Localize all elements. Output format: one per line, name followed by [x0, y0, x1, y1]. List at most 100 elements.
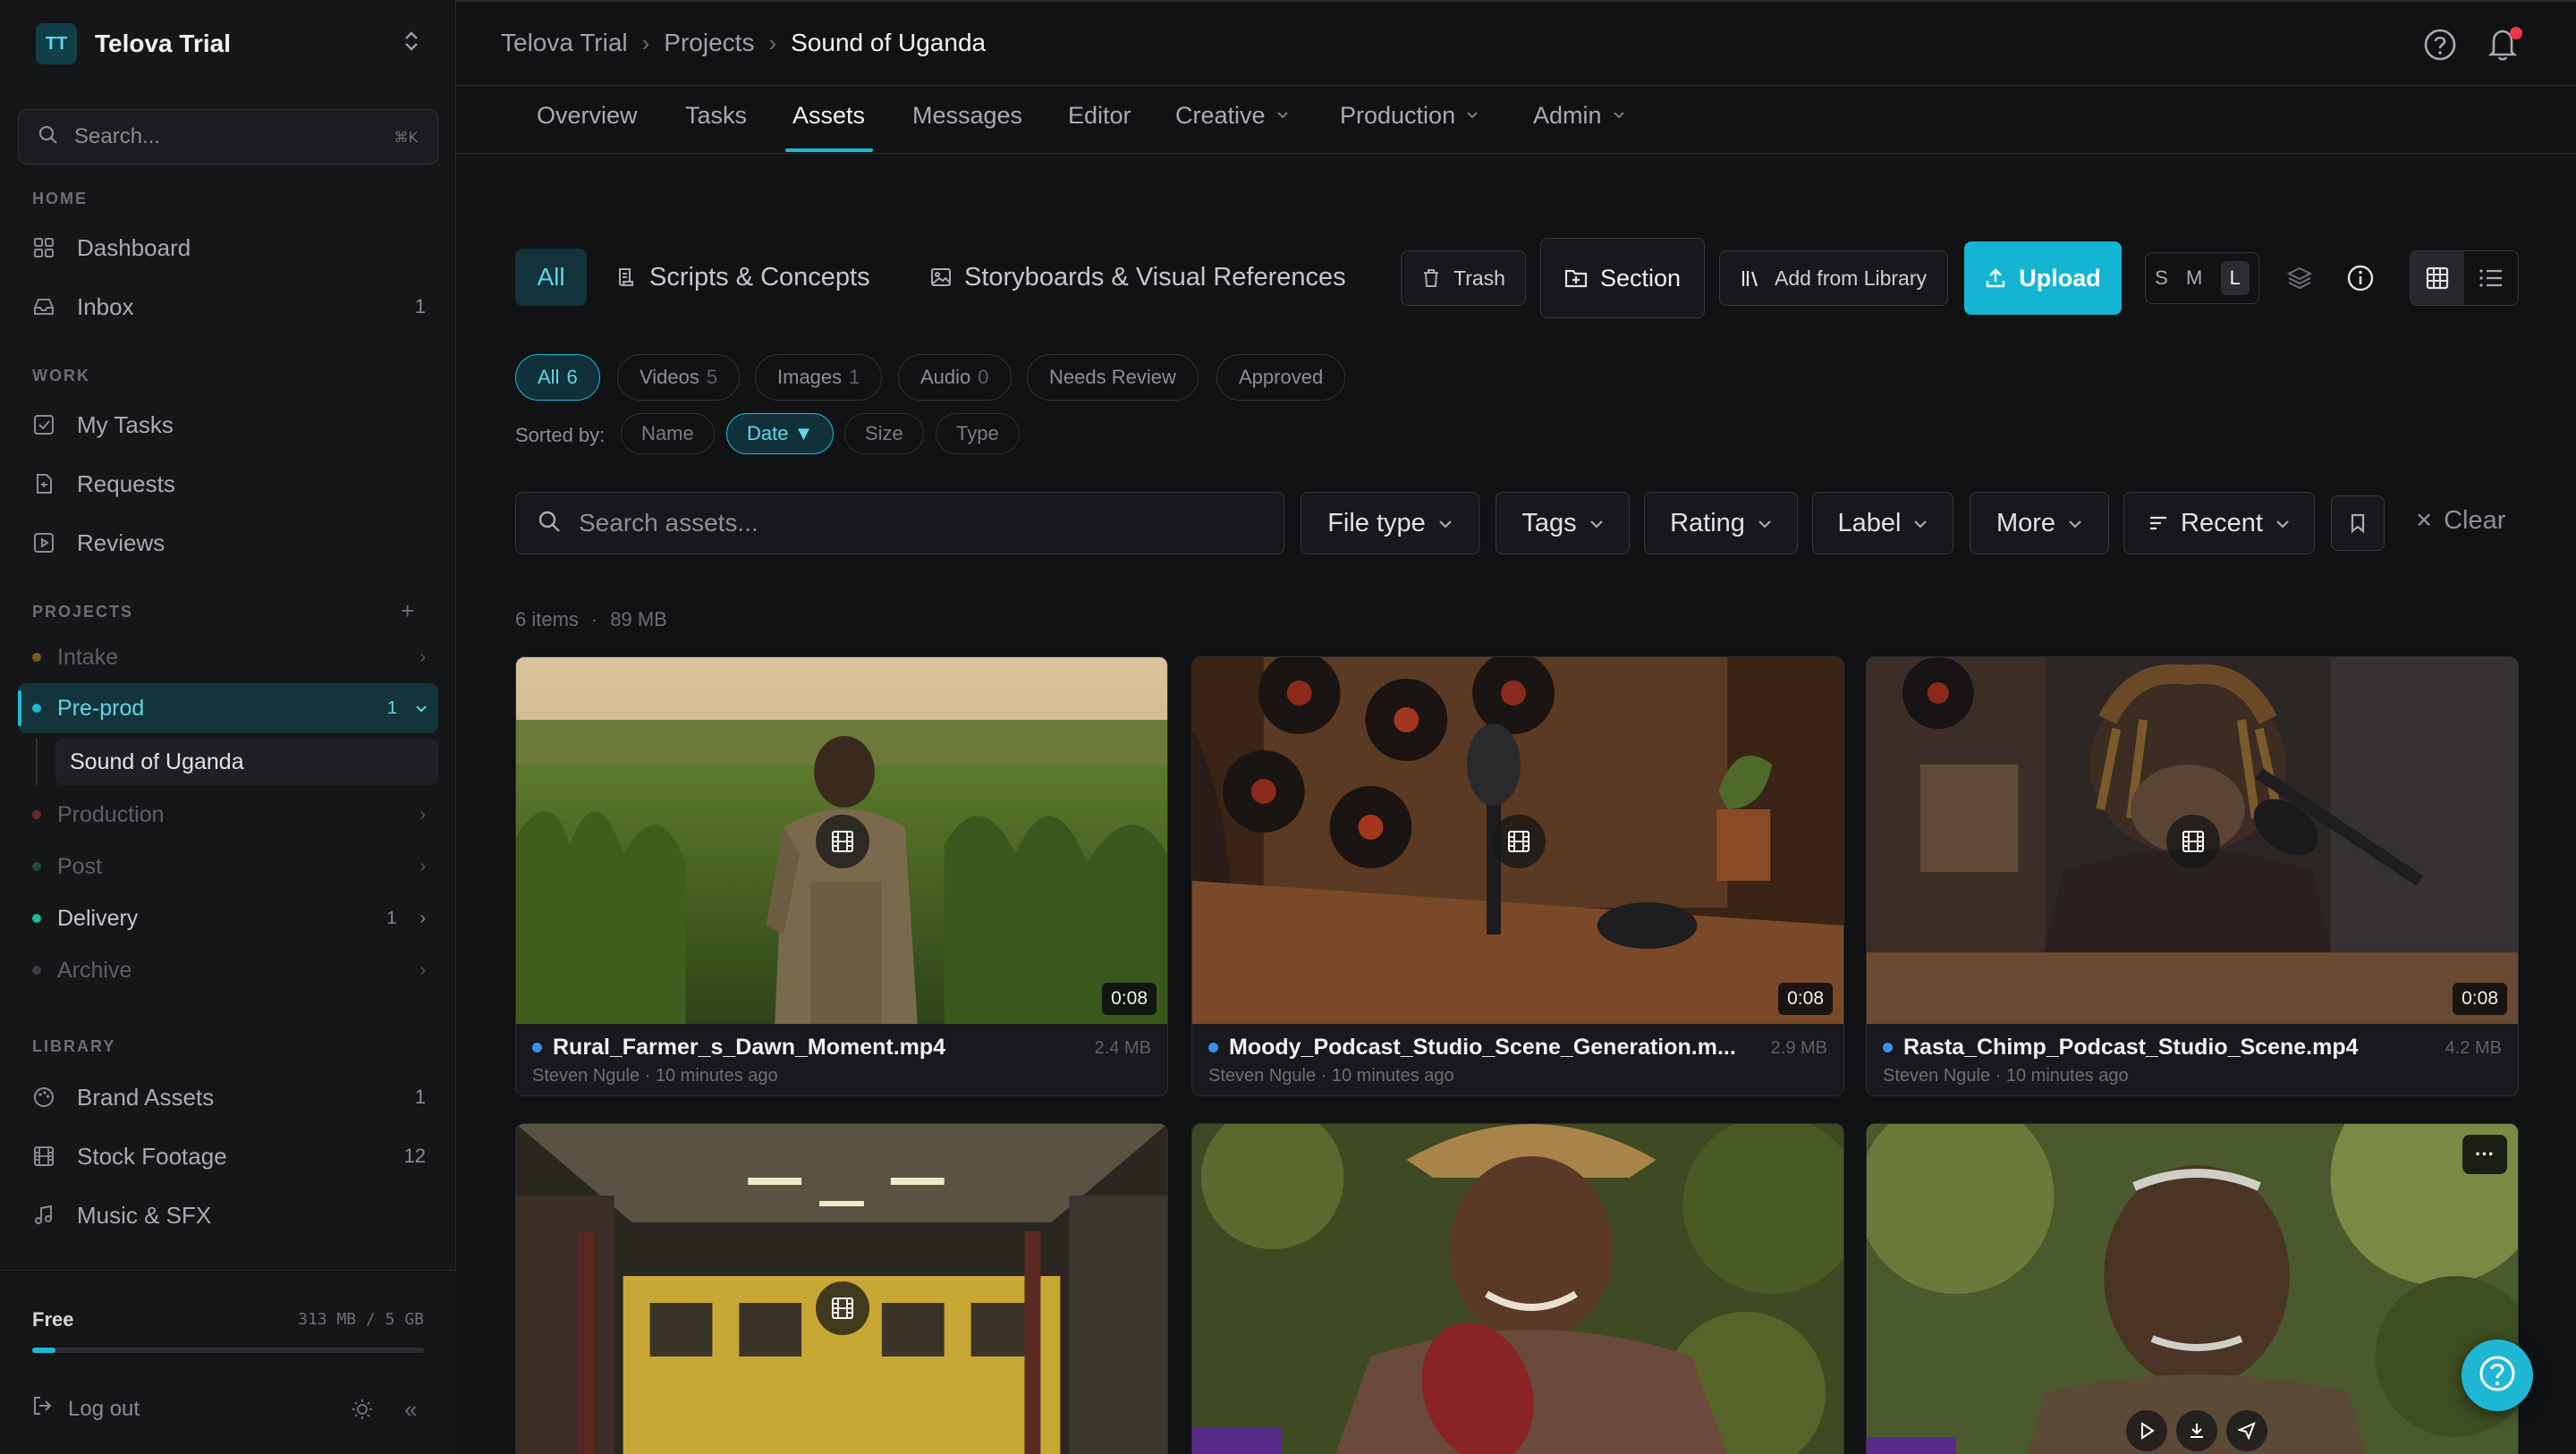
asset-info: Rasta_Chimp_Podcast_Studio_Scene.mp4 4.2… [1867, 1024, 2518, 1095]
breadcrumb-projects[interactable]: Projects [664, 29, 754, 57]
more-options-button[interactable]: ··· [2462, 1135, 2507, 1174]
logout-icon [32, 1396, 52, 1422]
asset-card[interactable]: 0:08 Moody_Podcast_Studio_Scene_Generati… [1191, 656, 1844, 1096]
filter-images[interactable]: Images 1 [755, 354, 883, 401]
sort-date[interactable]: Date ▼ [726, 413, 835, 454]
filter-all[interactable]: All 6 [515, 354, 600, 401]
asset-author: Steven Ngule [532, 1066, 640, 1086]
segment-all[interactable]: All [515, 249, 587, 306]
chevron-right-icon: › [419, 856, 426, 876]
filter-file-type[interactable]: File type [1301, 492, 1479, 554]
asset-size: 2.4 MB [1094, 1038, 1151, 1058]
status-dot [1883, 1043, 1893, 1052]
sort-name[interactable]: Name [621, 413, 715, 454]
asset-name: Rural_Farmer_s_Dawn_Moment.mp4 [532, 1035, 1151, 1061]
asset-card[interactable]: 0:08 Rural_Farmer_s_Dawn_Moment.mp4 2.4 … [515, 656, 1168, 1096]
video-type-icon [2166, 815, 2220, 868]
sort-size[interactable]: Size [844, 413, 924, 454]
download-icon[interactable] [2176, 1410, 2217, 1451]
project-pre-prod[interactable]: Pre-prod 1 [18, 683, 438, 733]
asset-filename: Moody_Podcast_Studio_Scene_Generation.m.… [1229, 1035, 1736, 1060]
help-chat-button[interactable] [2462, 1340, 2533, 1411]
breadcrumb-workspace[interactable]: Telova Trial [501, 29, 628, 57]
workspace-switcher[interactable]: TT Telova Trial [36, 23, 420, 64]
add-from-library-button[interactable]: Add from Library [1719, 250, 1948, 306]
tab-tasks[interactable]: Tasks [685, 102, 747, 130]
asset-search-input[interactable]: Search assets... [515, 492, 1284, 554]
trash-button[interactable]: Trash [1401, 250, 1526, 306]
filter-videos[interactable]: Videos 5 [617, 354, 741, 401]
play-icon[interactable] [2126, 1410, 2167, 1451]
project-post[interactable]: Post › [32, 846, 426, 887]
size-l[interactable]: L [2220, 261, 2250, 295]
asset-thumbnail: 0:08 [516, 657, 1167, 1024]
clear-filters-button[interactable]: ✕ Clear [2415, 506, 2505, 536]
list-view-icon[interactable] [2464, 251, 2518, 305]
chip-label: All [538, 366, 560, 388]
storage-quota: 313 MB / 5 GB [298, 1310, 424, 1329]
chip-count: 6 [566, 366, 578, 388]
sidebar-item-dashboard[interactable]: Dashboard [32, 225, 426, 270]
workspace-name: Telova Trial [95, 30, 231, 57]
tab-assets[interactable]: Assets [792, 102, 865, 130]
help-icon[interactable] [2422, 27, 2458, 67]
asset-card[interactable]: 0:08 Rasta_Chimp_Podcast_Studio_Scene.mp… [1866, 656, 2519, 1096]
grid-view-icon[interactable] [2411, 251, 2464, 305]
sort-type[interactable]: Type [936, 413, 1020, 454]
sidebar-item-reviews[interactable]: Reviews [32, 520, 426, 565]
project-delivery[interactable]: Delivery 1 › [32, 898, 426, 939]
sidebar-item-brand-assets[interactable]: Brand Assets 1 [32, 1075, 426, 1120]
tab-overview[interactable]: Overview [537, 102, 638, 130]
sidebar-item-inbox[interactable]: Inbox 1 [32, 284, 426, 329]
filter-tags[interactable]: Tags [1496, 492, 1630, 554]
tab-creative[interactable]: Creative [1175, 102, 1289, 130]
sort-recent[interactable]: Recent [2123, 492, 2315, 554]
tab-messages[interactable]: Messages [912, 102, 1022, 130]
info-icon[interactable] [2342, 259, 2379, 297]
filter-label: File type [1327, 508, 1426, 537]
breadcrumb-current: Sound of Uganda [791, 29, 987, 56]
size-m[interactable]: M [2186, 266, 2202, 290]
filter-more[interactable]: More [1970, 492, 2109, 554]
chevron-down-icon [1589, 514, 1604, 533]
add-project-icon[interactable]: + [401, 597, 414, 625]
tab-production[interactable]: Production [1340, 102, 1479, 130]
request-icon [32, 472, 55, 495]
filter-audio[interactable]: Audio 0 [898, 354, 1012, 401]
chevron-down-icon [2068, 514, 2082, 533]
sidebar-item-my-tasks[interactable]: My Tasks [32, 402, 426, 447]
asset-card[interactable] [515, 1123, 1168, 1454]
segment-storyboards[interactable]: Storyboards & Visual References [930, 249, 1346, 306]
theme-toggle-icon[interactable] [351, 1398, 374, 1425]
sidebar-item-music-sfx[interactable]: Music & SFX [32, 1193, 426, 1238]
inbox-count: 1 [414, 295, 426, 317]
filter-label: More [1996, 508, 2056, 537]
collapse-sidebar-icon[interactable]: « [404, 1396, 417, 1424]
tab-editor[interactable]: Editor [1068, 102, 1131, 130]
asset-card[interactable]: ··· [1866, 1123, 2519, 1454]
sidebar-item-requests[interactable]: Requests [32, 461, 426, 506]
filter-needs-review[interactable]: Needs Review [1027, 354, 1199, 401]
filter-label-button[interactable]: Label [1812, 492, 1953, 554]
project-count: 1 [386, 697, 397, 718]
project-intake[interactable]: Intake › [32, 637, 426, 678]
tab-admin[interactable]: Admin [1533, 102, 1625, 130]
sidebar-search-input[interactable]: Search... ⌘K [18, 109, 438, 165]
subproject-sound-of-uganda[interactable]: Sound of Uganda [55, 739, 438, 785]
share-icon[interactable] [2226, 1410, 2267, 1451]
upload-button[interactable]: Upload [1964, 241, 2122, 315]
size-s[interactable]: S [2155, 266, 2168, 290]
library-count: 1 [414, 1086, 426, 1108]
asset-card[interactable] [1191, 1123, 1844, 1454]
active-tab-indicator [785, 148, 873, 152]
layers-icon[interactable] [2281, 259, 2318, 297]
segment-scripts-concepts[interactable]: Scripts & Concepts [615, 249, 870, 306]
project-archive[interactable]: Archive › [32, 950, 426, 991]
bookmark-icon[interactable] [2331, 495, 2385, 551]
add-section-button[interactable]: Section [1540, 238, 1705, 318]
sidebar-item-stock-footage[interactable]: Stock Footage 12 [32, 1134, 426, 1179]
filter-rating[interactable]: Rating [1644, 492, 1798, 554]
project-production[interactable]: Production › [32, 794, 426, 835]
logout-button[interactable]: Log out [32, 1396, 140, 1422]
filter-approved[interactable]: Approved [1216, 354, 1346, 401]
